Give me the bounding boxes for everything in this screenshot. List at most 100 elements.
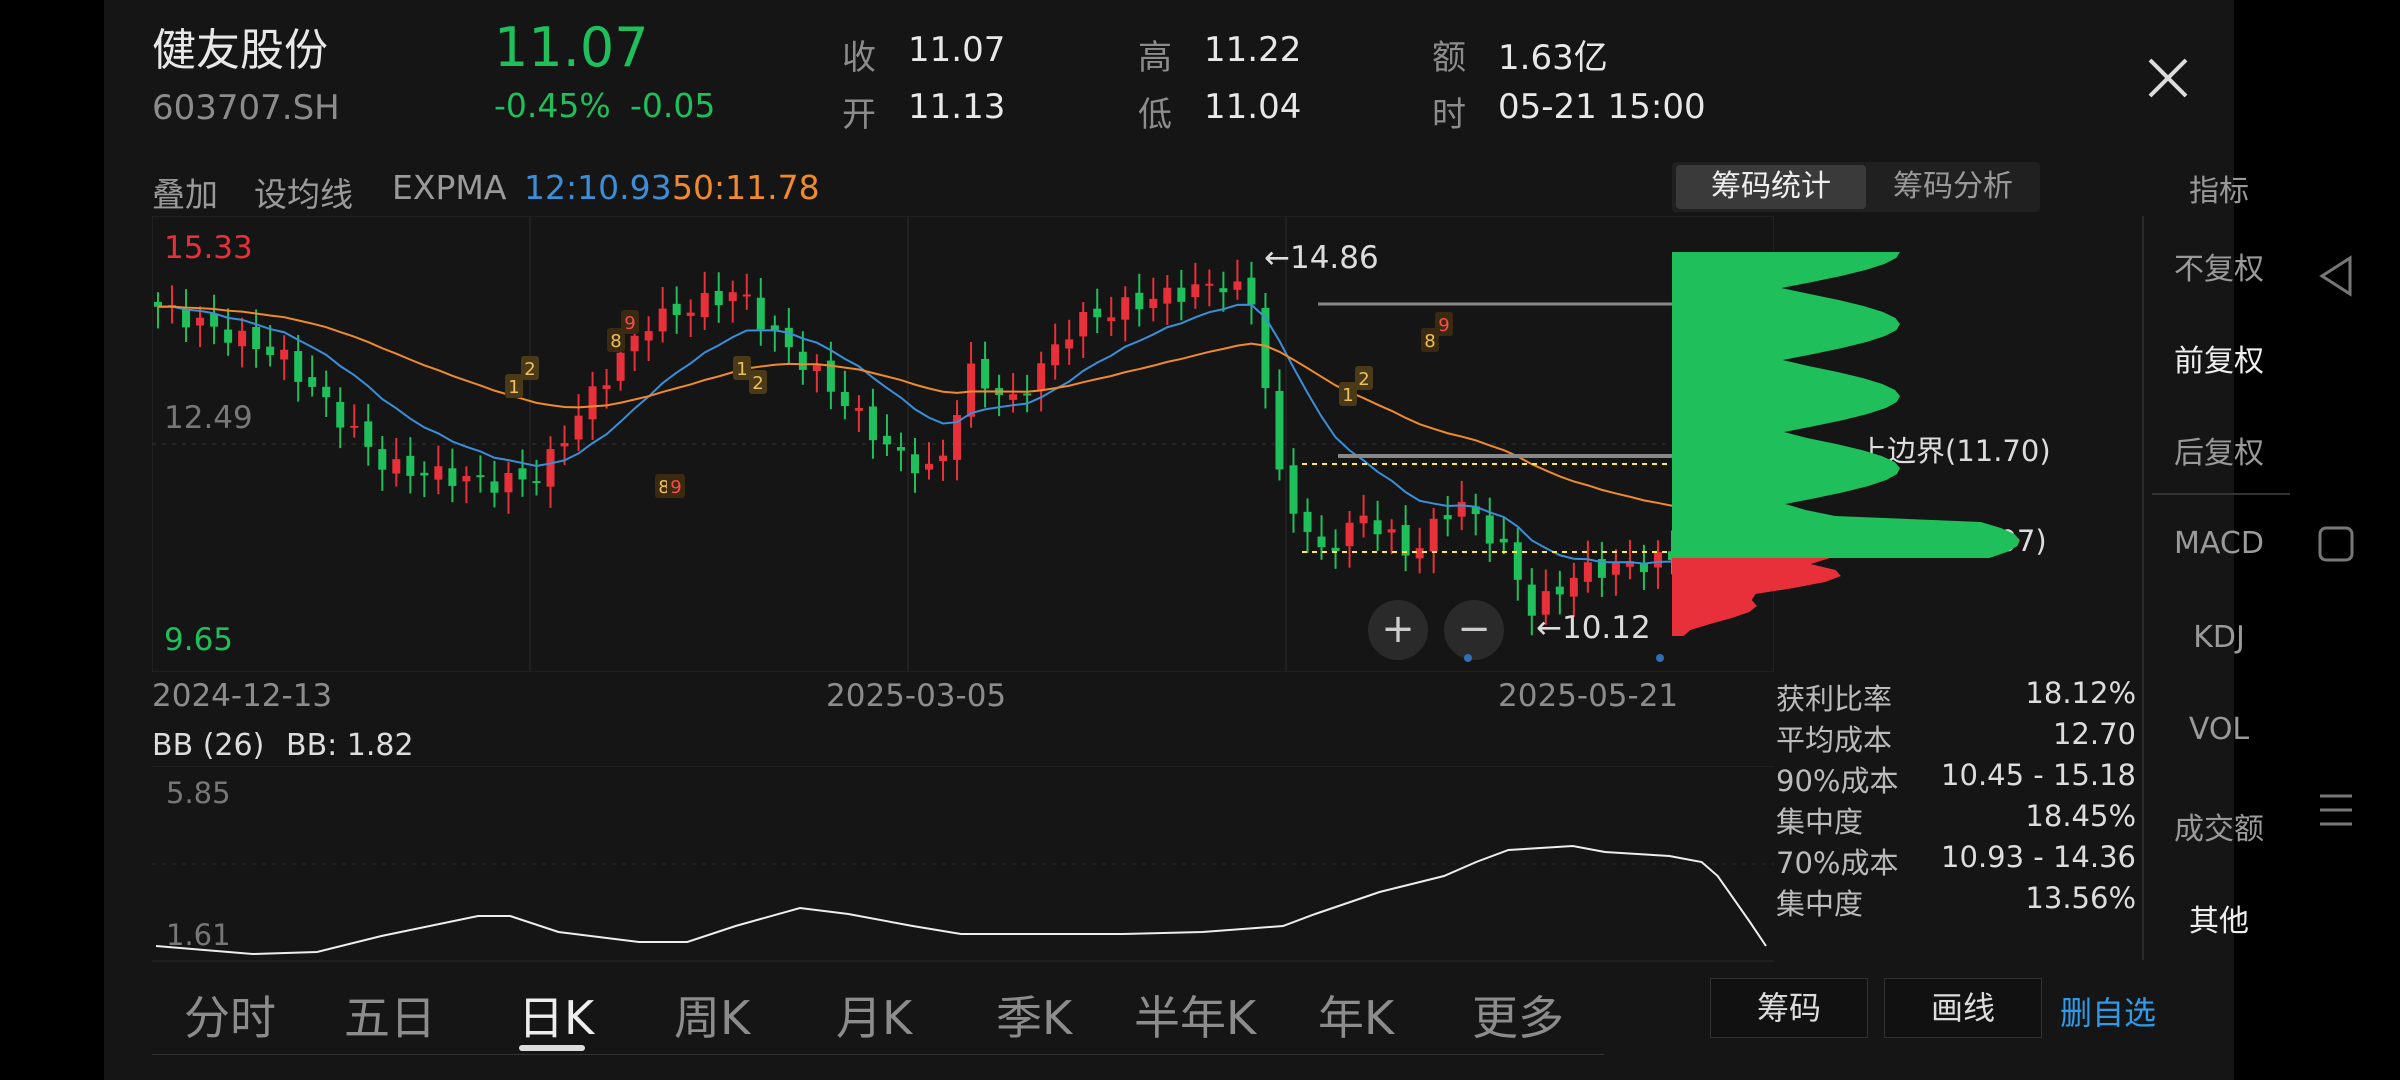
candle-body: [967, 363, 976, 417]
menu-macd[interactable]: MACD: [2144, 526, 2294, 561]
stat-label: 70%成本: [1776, 846, 1899, 880]
tab-monthly-k[interactable]: 月K: [836, 982, 912, 1048]
candle-body: [658, 308, 667, 332]
candle-body: [1009, 394, 1018, 400]
indicator-name[interactable]: EXPMA: [392, 168, 506, 207]
candle-body: [1555, 586, 1564, 595]
overlay-button[interactable]: 叠加: [152, 168, 218, 216]
menu-vol[interactable]: VOL: [2144, 712, 2294, 747]
candle-body: [378, 449, 387, 470]
candle-body: [350, 425, 359, 428]
tab-chip-stats[interactable]: 筹码统计: [1676, 165, 1866, 209]
candle-body: [196, 317, 205, 326]
stat-label: 获利比率: [1776, 682, 1893, 716]
stat-value: 18.45%: [2025, 799, 2136, 833]
tab-quarterly-k[interactable]: 季K: [996, 982, 1072, 1048]
chip-button[interactable]: 筹码: [1710, 978, 1868, 1038]
menu-kdj[interactable]: KDJ: [2144, 620, 2294, 655]
zoom-in-button[interactable]: +: [1368, 600, 1428, 660]
stat-average-cost: 平均成本 12.70: [1776, 717, 2136, 759]
stat-value: 18.12%: [2025, 676, 2136, 710]
change-amount: -0.05: [630, 86, 716, 125]
tab-chip-analysis[interactable]: 筹码分析: [1868, 165, 2038, 209]
kline-chart[interactable]: 1289128 91289: [152, 216, 1774, 672]
candle-body: [1401, 525, 1410, 556]
candle-body: [742, 294, 751, 297]
candles: [154, 259, 1690, 636]
chip-distribution: [1672, 252, 2020, 636]
sequence-mark: 1: [508, 377, 519, 398]
tab-weekly-k[interactable]: 周K: [674, 982, 750, 1048]
candle-body: [812, 365, 821, 371]
kline-y-mid: 12.49: [164, 400, 253, 436]
candle-body: [1205, 283, 1214, 286]
candle-body: [1527, 584, 1536, 616]
ma12-line: [157, 303, 1687, 565]
menu-backward-adjust[interactable]: 后复权: [2144, 428, 2294, 472]
set-ma-button[interactable]: 设均线: [254, 168, 353, 216]
candle-body: [1345, 522, 1354, 547]
quote-open-label: 开: [842, 95, 876, 135]
candle-body: [1107, 317, 1116, 322]
bb-y-bottom: 1.61: [166, 918, 231, 952]
tab-more[interactable]: 更多: [1472, 982, 1564, 1048]
bb-chart[interactable]: [152, 766, 1774, 962]
stock-name: 健友股份: [152, 25, 328, 76]
menu-no-adjust[interactable]: 不复权: [2144, 244, 2294, 288]
candle-body: [840, 391, 849, 407]
menu-divider: [2152, 493, 2290, 495]
candle-body: [1135, 292, 1144, 310]
candle-body: [1443, 515, 1452, 520]
stat-label: 90%成本: [1776, 764, 1899, 798]
candle-body: [1317, 536, 1326, 548]
candle-body: [1079, 311, 1088, 337]
candle-body: [588, 386, 597, 420]
candle-body: [224, 329, 233, 343]
candle-body: [602, 385, 611, 389]
zoom-out-button[interactable]: −: [1444, 600, 1504, 660]
back-nav-icon[interactable]: [2316, 254, 2356, 298]
menu-nav-icon[interactable]: [2316, 790, 2356, 830]
chip-tab-group: 筹码统计 筹码分析: [1672, 162, 2040, 212]
tab-half-year-k[interactable]: 半年K: [1134, 982, 1256, 1048]
stat-profit-ratio: 获利比率 18.12%: [1776, 676, 2136, 718]
candle-body: [1121, 297, 1130, 320]
x-label-start: 2024-12-13: [152, 678, 333, 714]
bb-y-top: 5.85: [166, 776, 231, 810]
indicator-tab[interactable]: 指标: [2144, 166, 2294, 210]
candle-body: [406, 455, 415, 476]
candle-body: [728, 292, 737, 302]
menu-forward-adjust[interactable]: 前复权: [2144, 336, 2294, 380]
menu-border: [2142, 216, 2144, 960]
stat-label: 平均成本: [1776, 723, 1893, 757]
candle-body: [868, 406, 877, 441]
tab-intraday[interactable]: 分时: [184, 982, 276, 1048]
remove-watchlist-button[interactable]: 删自选: [2060, 988, 2156, 1034]
candle-body: [784, 327, 793, 348]
menu-other[interactable]: 其他: [2144, 896, 2294, 940]
draw-line-button[interactable]: 画线: [1884, 978, 2042, 1038]
candle-body: [686, 312, 695, 316]
close-icon[interactable]: [2146, 56, 2190, 100]
tab-five-day[interactable]: 五日: [344, 982, 436, 1048]
low-mark-value: 10.12: [1561, 610, 1651, 646]
tab-yearly-k[interactable]: 年K: [1318, 982, 1394, 1048]
candle-body: [1191, 284, 1200, 298]
candle-body: [574, 415, 583, 440]
kline-y-top: 15.33: [164, 230, 253, 266]
tab-daily-k[interactable]: 日K: [518, 982, 594, 1048]
sequence-mark: 1: [1342, 385, 1353, 406]
candle-body: [308, 377, 317, 387]
quote-close-value: 11.07: [908, 30, 1006, 70]
sequence-mark: 9: [670, 477, 681, 498]
home-nav-icon[interactable]: [2316, 524, 2356, 564]
candle-body: [392, 459, 401, 474]
candle-body: [1513, 542, 1522, 580]
bb-title: BB (26): [152, 728, 265, 763]
candle-body: [294, 351, 303, 382]
candle-body: [1331, 547, 1340, 551]
sequence-mark: 8: [610, 331, 621, 352]
menu-turnover[interactable]: 成交额: [2144, 804, 2294, 848]
candle-body: [252, 326, 261, 350]
stat-label: 集中度: [1776, 805, 1864, 839]
